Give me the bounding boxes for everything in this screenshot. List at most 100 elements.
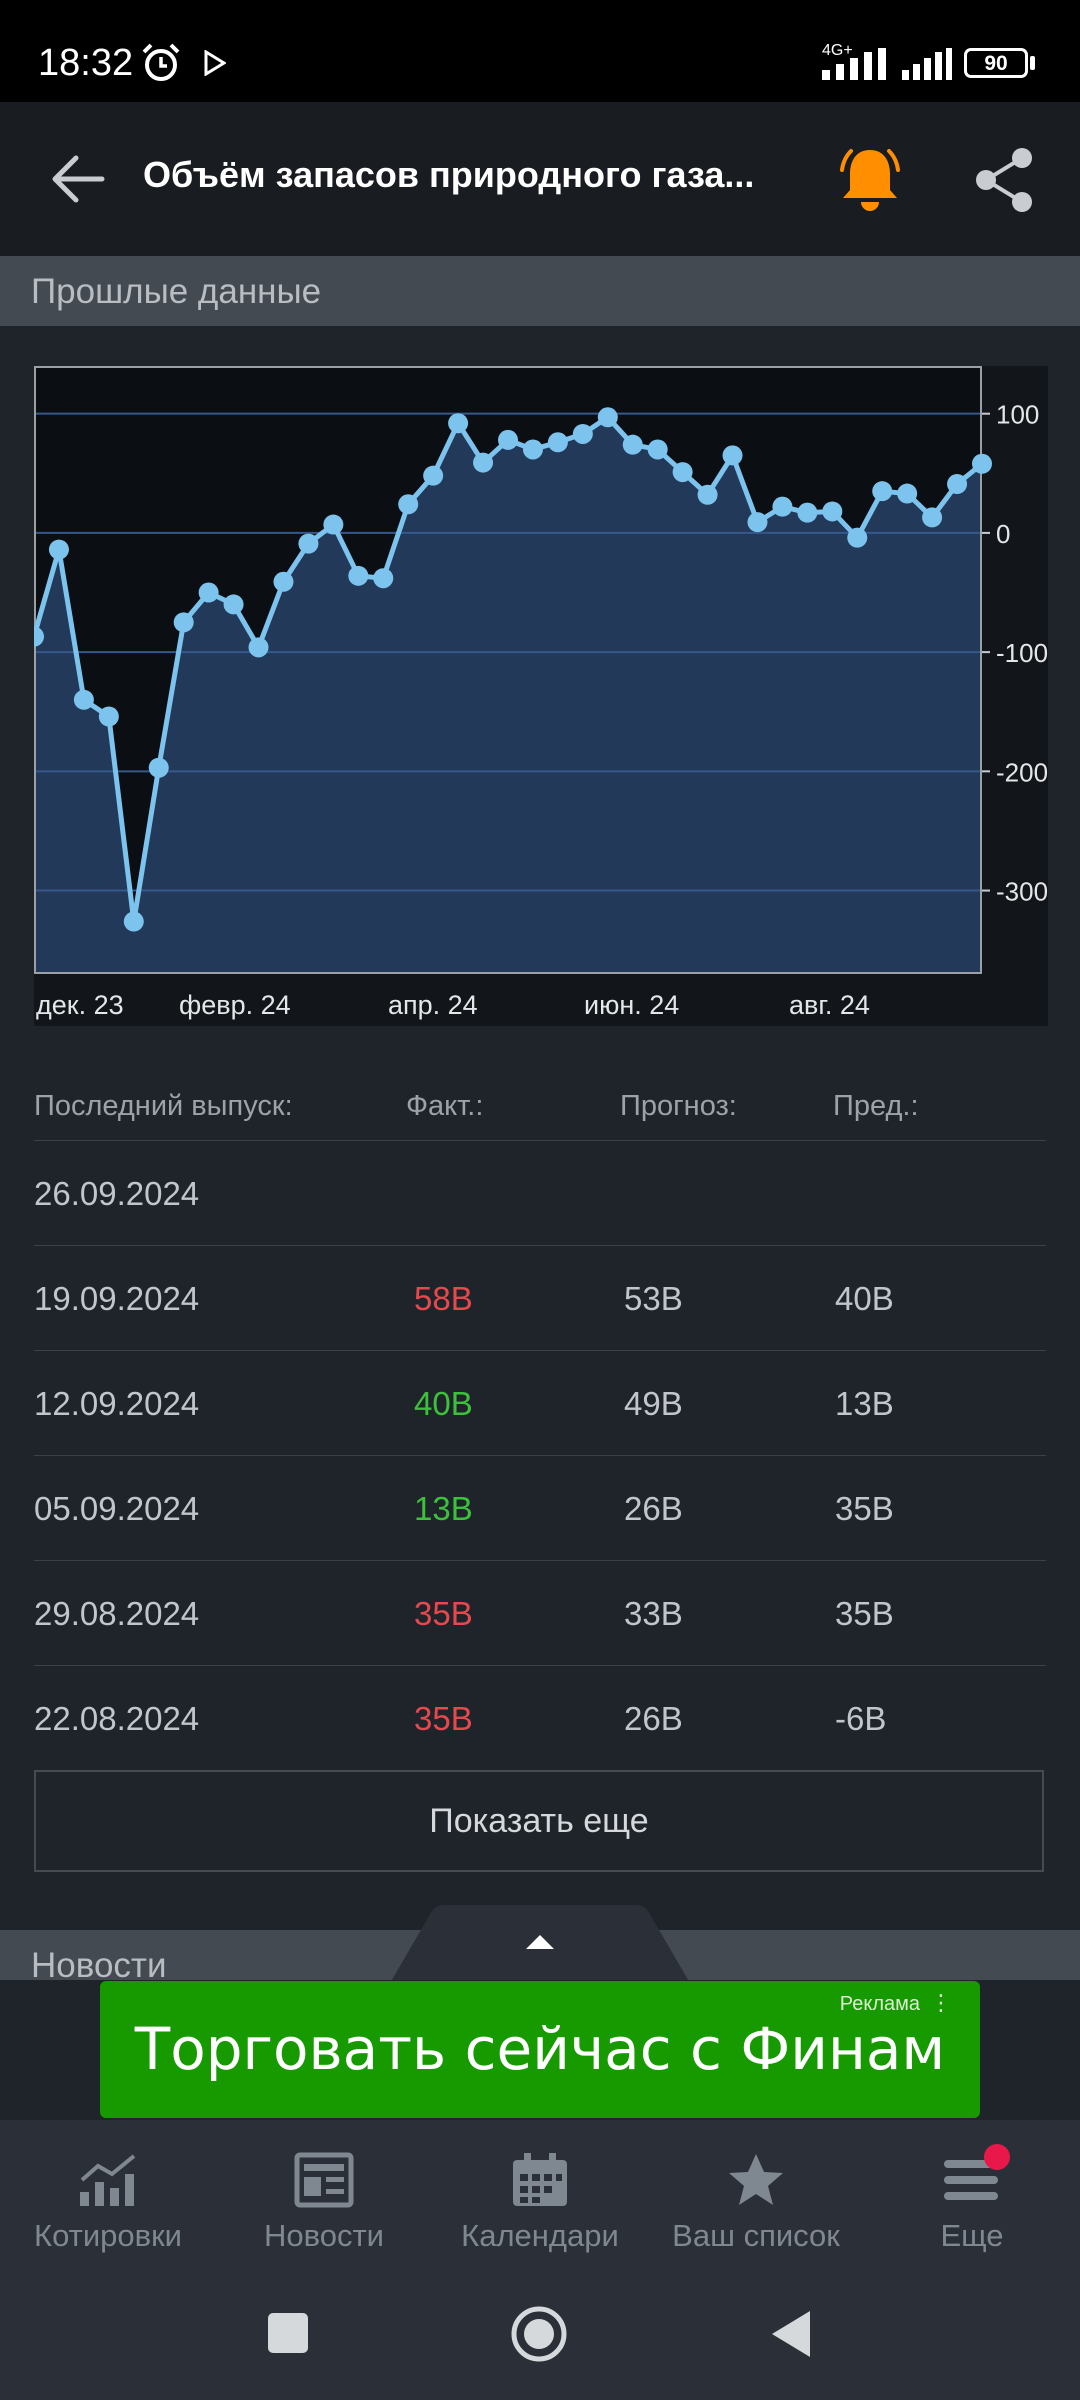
- data-point: [822, 501, 843, 522]
- data-point: [872, 481, 893, 502]
- ad-text: Торговать сейчас с Финам: [134, 2015, 946, 2083]
- row-forecast: 33B: [624, 1595, 683, 1632]
- data-point: [48, 539, 69, 560]
- row-date: 19.09.2024: [34, 1280, 200, 1317]
- data-point: [847, 527, 868, 548]
- chart-icon: [80, 2154, 136, 2206]
- battery-level: 90: [984, 52, 1008, 75]
- x-tick-label: февр. 24: [179, 990, 291, 1020]
- data-point: [373, 568, 394, 589]
- row-forecast: 26B: [624, 1490, 683, 1527]
- data-point: [647, 439, 668, 460]
- signal-icon-1: [822, 48, 886, 80]
- y-tick-label: 100: [996, 400, 1039, 430]
- data-point: [298, 533, 319, 554]
- play-store-icon: [204, 50, 226, 76]
- row-previous: 35B: [835, 1595, 894, 1632]
- data-point: [747, 512, 768, 533]
- col-header-previous: Пред.:: [833, 1090, 919, 1122]
- data-point: [198, 582, 219, 603]
- nav-more[interactable]: Еще: [864, 2128, 1080, 2258]
- calendar-icon: [513, 2153, 567, 2206]
- row-actual: 35B: [414, 1700, 473, 1737]
- data-point: [73, 689, 94, 710]
- data-point: [423, 465, 444, 486]
- home-button[interactable]: [510, 2305, 568, 2363]
- ad-banner[interactable]: Реклама ⋮ Торговать сейчас с Финам: [100, 1981, 980, 2118]
- bell-icon[interactable]: [834, 144, 906, 216]
- row-date: 26.09.2024: [34, 1175, 200, 1212]
- data-point: [922, 507, 943, 528]
- back-arrow-icon[interactable]: [48, 150, 106, 208]
- data-point: [947, 474, 968, 495]
- table-row: 26.09.2024: [34, 1140, 1046, 1246]
- share-icon[interactable]: [972, 146, 1036, 214]
- back-button[interactable]: [770, 2309, 812, 2359]
- data-point: [323, 514, 344, 535]
- row-forecast: 49B: [624, 1385, 683, 1422]
- x-tick-label: дек. 23: [36, 990, 124, 1020]
- table-row: 22.08.2024 35B 26B -6B: [34, 1665, 1046, 1771]
- data-point: [148, 757, 169, 778]
- data-point: [697, 484, 718, 505]
- ad-label: Реклама: [839, 1993, 920, 2015]
- data-point: [98, 706, 119, 727]
- y-tick-label: -100: [996, 638, 1048, 668]
- data-point: [498, 429, 518, 450]
- data-point: [223, 594, 244, 615]
- nav-quotes-label: Котировки: [34, 2218, 182, 2253]
- data-point: [398, 494, 419, 515]
- data-point: [448, 413, 469, 434]
- news-section-title: Новости: [31, 1946, 167, 1980]
- y-tick-label: -200: [996, 757, 1048, 787]
- row-date: 22.08.2024: [34, 1700, 200, 1737]
- nav-watchlist-label: Ваш список: [672, 2218, 840, 2253]
- row-previous: 40B: [835, 1280, 894, 1317]
- row-date: 12.09.2024: [34, 1385, 200, 1422]
- x-tick-label: июн. 24: [584, 990, 679, 1020]
- data-point: [173, 612, 194, 633]
- data-point: [547, 432, 568, 453]
- history-chart: 100 0 -100 -200 -300 дек. 23 февр. 24 апр. 24 ию…: [24, 366, 1048, 1026]
- data-point: [348, 565, 369, 586]
- row-actual: 40B: [414, 1385, 473, 1422]
- signal-icon-2: [902, 48, 952, 80]
- row-previous: -6B: [835, 1700, 887, 1737]
- data-point: [772, 496, 793, 517]
- history-section-header: Прошлые данные: [0, 256, 1080, 326]
- col-header-actual: Факт.:: [406, 1090, 484, 1122]
- nav-quotes[interactable]: Котировки: [0, 2128, 216, 2258]
- notification-badge: [984, 2144, 1010, 2170]
- history-section-title: Прошлые данные: [31, 272, 322, 311]
- row-previous: 13B: [835, 1385, 894, 1422]
- nav-calendars[interactable]: Календари: [432, 2128, 648, 2258]
- app-bar: Объём запасов природного газа...: [0, 102, 1080, 256]
- data-point: [622, 434, 643, 455]
- nav-watchlist[interactable]: Ваш список: [648, 2128, 864, 2258]
- row-previous: 35B: [835, 1490, 894, 1527]
- y-tick-label: -300: [996, 877, 1048, 907]
- show-more-button[interactable]: Показать еще: [34, 1770, 1044, 1872]
- nav-news-label: Новости: [263, 2218, 384, 2253]
- recents-button[interactable]: [268, 2313, 308, 2353]
- status-bar: 18:32 4G+ 90: [0, 0, 1080, 102]
- table-row: 19.09.2024 58B 53B 40B: [34, 1245, 1046, 1351]
- col-header-forecast: Прогноз:: [620, 1090, 737, 1122]
- nav-news[interactable]: Новости: [216, 2128, 432, 2258]
- data-point: [597, 407, 618, 428]
- data-point: [473, 452, 494, 473]
- data-point: [522, 439, 543, 460]
- row-forecast: 53B: [624, 1280, 683, 1317]
- expand-handle[interactable]: [390, 1905, 690, 1983]
- y-tick-label: 0: [996, 519, 1010, 549]
- battery-tip: [1030, 56, 1035, 70]
- star-icon: [729, 2154, 783, 2205]
- row-actual: 13B: [414, 1490, 473, 1527]
- nav-calendars-label: Календари: [461, 2218, 619, 2253]
- alarm-icon: [142, 43, 180, 81]
- news-icon: [294, 2152, 354, 2208]
- data-point: [248, 637, 269, 658]
- row-date: 29.08.2024: [34, 1595, 200, 1632]
- ad-more-icon[interactable]: ⋮: [930, 1991, 952, 2016]
- table-row: 12.09.2024 40B 49B 13B: [34, 1350, 1046, 1456]
